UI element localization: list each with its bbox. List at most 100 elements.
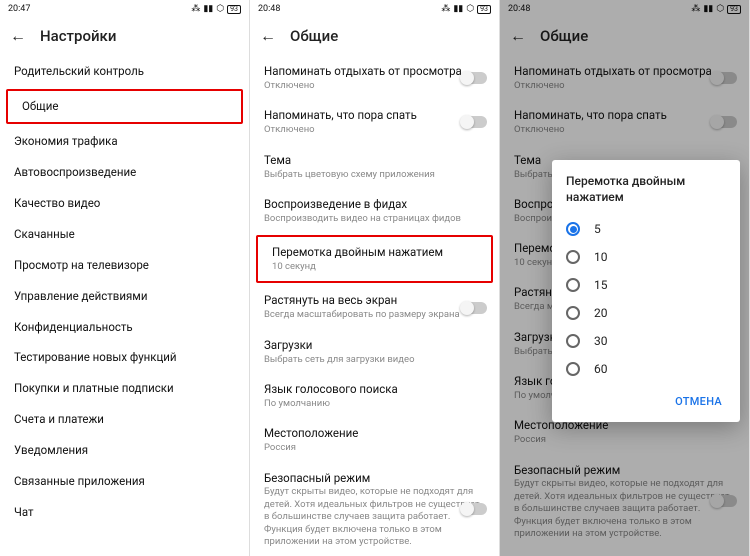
- seek-dialog: Перемотка двойным нажатием 510 15 20 30 60 О…: [552, 160, 740, 422]
- list-item[interactable]: Родительский контроль: [0, 56, 249, 87]
- setting-label: Безопасный режим: [264, 471, 485, 486]
- list-item[interactable]: Покупки и платные подписки: [0, 373, 249, 404]
- page-title: Настройки: [40, 27, 116, 45]
- wifi-icon: ⬡: [466, 4, 474, 14]
- setting-sublabel: Всегда масштабировать по размеру экрана: [264, 309, 485, 321]
- setting-label: Напоминать отдыхать от просмотра: [264, 64, 485, 79]
- header: ← Общие: [250, 18, 499, 54]
- general-list: Напоминать отдыхать от просмотраОтключен…: [250, 54, 499, 556]
- setting-sublabel: Будут скрыты видео, которые не подходят …: [264, 486, 485, 548]
- toggle-switch[interactable]: [461, 503, 487, 515]
- radio-icon[interactable]: [566, 362, 580, 376]
- list-item[interactable]: Счета и платежи: [0, 404, 249, 435]
- toggle-switch[interactable]: [461, 72, 487, 84]
- setting-sublabel: Воспроизводить видео на страницах фидов: [264, 213, 485, 225]
- dialog-option[interactable]: 15: [566, 271, 726, 299]
- toggle-switch[interactable]: [461, 116, 487, 128]
- radio-icon[interactable]: [566, 306, 580, 320]
- list-item[interactable]: Конфиденциальность: [0, 312, 249, 343]
- setting-label: Загрузки: [264, 338, 485, 353]
- list-item[interactable]: Уведомления: [0, 435, 249, 466]
- setting-label: Язык голосового поиска: [264, 382, 485, 397]
- list-item[interactable]: Качество видео: [0, 188, 249, 219]
- setting-sublabel: 10 секунд: [272, 261, 477, 273]
- setting-row[interactable]: Напоминать отдыхать от просмотраОтключен…: [250, 56, 499, 100]
- status-icons: ⁂ ▮▮ ⬡ 93: [191, 4, 241, 14]
- setting-row[interactable]: Растянуть на весь экранВсегда масштабиро…: [250, 285, 499, 329]
- dialog-option[interactable]: 5: [566, 215, 726, 243]
- setting-row[interactable]: Воспроизведение в фидахВоспроизводить ви…: [250, 189, 499, 233]
- setting-label: Тема: [264, 153, 485, 168]
- setting-row[interactable]: ТемаВыбрать цветовую схему приложения: [250, 145, 499, 189]
- item-label: Чат: [14, 505, 235, 520]
- item-label: Уведомления: [14, 443, 235, 458]
- setting-label: Перемотка двойным нажатием: [272, 245, 477, 260]
- item-label: Покупки и платные подписки: [14, 381, 235, 396]
- item-label: Тестирование новых функций: [14, 350, 235, 365]
- settings-list: Родительский контроль Общие Экономия тра…: [0, 54, 249, 528]
- dialog-title: Перемотка двойным нажатием: [566, 174, 726, 205]
- setting-row[interactable]: Напоминать, что пора спатьОтключено: [250, 100, 499, 144]
- setting-label: Местоположение: [264, 426, 485, 441]
- dialog-actions: ОТМЕНА: [566, 389, 726, 414]
- status-icons: ⁂ ▮▮ ⬡ 93: [441, 4, 491, 14]
- status-bar: 20:47 ⁂ ▮▮ ⬡ 93: [0, 0, 249, 18]
- toggle-switch[interactable]: [461, 302, 487, 314]
- item-label: Экономия трафика: [14, 134, 235, 149]
- setting-row[interactable]: МестоположениеРоссия: [250, 418, 499, 462]
- setting-sublabel: По умолчанию: [264, 398, 485, 410]
- list-item[interactable]: Связанные приложения: [0, 466, 249, 497]
- setting-sublabel: Выбрать цветовую схему приложения: [264, 169, 485, 181]
- item-label: Общие: [22, 99, 227, 114]
- setting-label: Растянуть на весь экран: [264, 293, 485, 308]
- item-label: Родительский контроль: [14, 64, 235, 79]
- list-item-general[interactable]: Общие: [6, 89, 243, 124]
- setting-row[interactable]: Безопасный режимБудут скрыты видео, кото…: [250, 463, 499, 556]
- list-item[interactable]: Управление действиями: [0, 281, 249, 312]
- list-item[interactable]: Скачанные: [0, 219, 249, 250]
- setting-row[interactable]: Перемотка двойным нажатием10 секунд: [256, 235, 493, 283]
- dialog-option[interactable]: 60: [566, 355, 726, 383]
- radio-icon[interactable]: [566, 222, 580, 236]
- clock: 20:48: [258, 4, 280, 14]
- bluetooth-icon: ⁂: [441, 4, 450, 14]
- option-label: 15: [594, 278, 608, 292]
- dialog-option[interactable]: 10: [566, 243, 726, 271]
- setting-label: Воспроизведение в фидах: [264, 197, 485, 212]
- item-label: Конфиденциальность: [14, 320, 235, 335]
- item-label: Управление действиями: [14, 289, 235, 304]
- wifi-icon: ⬡: [216, 4, 224, 14]
- back-arrow-icon[interactable]: ←: [10, 28, 26, 44]
- header: ← Настройки: [0, 18, 249, 54]
- radio-icon[interactable]: [566, 250, 580, 264]
- option-label: 60: [594, 362, 608, 376]
- dialog-option[interactable]: 30: [566, 327, 726, 355]
- radio-icon[interactable]: [566, 278, 580, 292]
- setting-sublabel: Выбрать сеть для загрузки видео: [264, 354, 485, 366]
- battery-icon: 93: [477, 5, 491, 14]
- dialog-options: 510 15 20 30 60: [566, 215, 726, 383]
- pane-general: 20:48 ⁂ ▮▮ ⬡ 93 ← Общие Напоминать отдых…: [250, 0, 500, 556]
- list-item[interactable]: Просмотр на телевизоре: [0, 250, 249, 281]
- list-item[interactable]: Чат: [0, 497, 249, 528]
- option-label: 20: [594, 306, 608, 320]
- item-label: Просмотр на телевизоре: [14, 258, 235, 273]
- list-item[interactable]: Автовоспроизведение: [0, 157, 249, 188]
- setting-label: Напоминать, что пора спать: [264, 108, 485, 123]
- battery-icon: 93: [227, 5, 241, 14]
- dialog-option[interactable]: 20: [566, 299, 726, 327]
- item-label: Качество видео: [14, 196, 235, 211]
- pane-dialog: 20:48 ⁂ ▮▮ ⬡ 93 ← Общие Напоминать отдых…: [500, 0, 750, 556]
- setting-row[interactable]: Язык голосового поискаПо умолчанию: [250, 374, 499, 418]
- back-arrow-icon[interactable]: ←: [260, 28, 276, 44]
- radio-icon[interactable]: [566, 334, 580, 348]
- bluetooth-icon: ⁂: [191, 4, 200, 14]
- item-label: Счета и платежи: [14, 412, 235, 427]
- setting-sublabel: Россия: [264, 442, 485, 454]
- clock: 20:47: [8, 4, 30, 14]
- list-item[interactable]: Экономия трафика: [0, 126, 249, 157]
- item-label: Связанные приложения: [14, 474, 235, 489]
- setting-row[interactable]: ЗагрузкиВыбрать сеть для загрузки видео: [250, 330, 499, 374]
- cancel-button[interactable]: ОТМЕНА: [671, 389, 726, 414]
- list-item[interactable]: Тестирование новых функций: [0, 342, 249, 373]
